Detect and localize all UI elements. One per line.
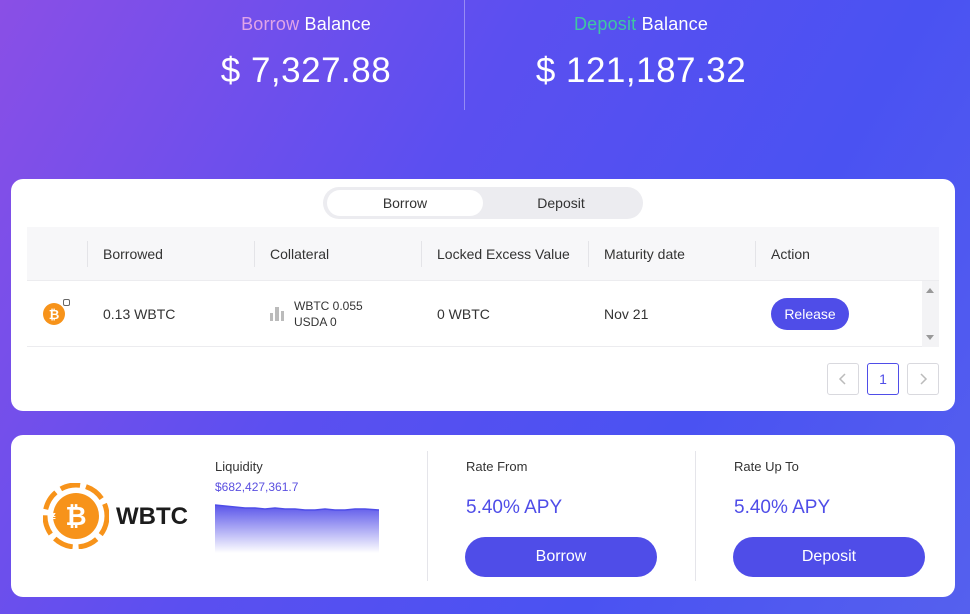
svg-text:₿: ₿: [65, 502, 86, 532]
positions-card: Borrow Deposit Borrowed Collateral Locke…: [11, 179, 955, 411]
collateral-cell: WBTC 0.055 USDA 0: [270, 281, 363, 347]
deposit-balance-label-highlight: Deposit: [573, 14, 637, 34]
chevron-left-icon: [838, 373, 846, 385]
deposit-balance-amount: $ 121,187.32: [535, 51, 747, 90]
action-cell: Release: [771, 281, 849, 347]
locked-excess-value-cell: 0 WBTC: [437, 306, 490, 322]
borrow-balance-amount: $ 7,327.88: [220, 51, 392, 90]
balances-header: Borrow Balance $ 7,327.88 Deposit Balanc…: [0, 0, 970, 110]
tab-borrow[interactable]: Borrow: [327, 190, 483, 216]
column-collateral-label: Collateral: [270, 246, 330, 262]
rate-from-label: Rate From: [466, 459, 528, 474]
balance-divider: [464, 0, 465, 110]
pagination-next-button[interactable]: [907, 363, 939, 395]
svg-text:¥: ¥: [48, 511, 56, 524]
coin-name: WBTC: [116, 503, 188, 530]
lock-icon: [63, 299, 70, 306]
column-maturity-date-label: Maturity date: [604, 246, 685, 262]
liquidity-sparkline: [215, 504, 379, 553]
release-button[interactable]: Release: [771, 298, 849, 330]
deposit-balance-label-rest: Balance: [636, 14, 709, 34]
column-collateral: Collateral: [254, 227, 329, 281]
column-borrowed-label: Borrowed: [103, 246, 163, 262]
borrowed-cell: 0.13 WBTC: [103, 306, 176, 322]
column-maturity-date: Maturity date: [588, 227, 685, 281]
market-divider-1: [427, 451, 428, 581]
scroll-up-icon[interactable]: [926, 288, 934, 293]
borrow-button[interactable]: Borrow: [465, 537, 657, 577]
market-card: ₿ ¥ WBTC Liquidity $682,427,361.7 Rate F…: [11, 435, 955, 597]
table-row: ₿ 0.13 WBTC WBTC 0.055 USDA 0 0 WBTC Nov…: [27, 281, 922, 347]
pagination-page-1[interactable]: 1: [867, 363, 899, 395]
deposit-button[interactable]: Deposit: [733, 537, 925, 577]
pagination-prev-button[interactable]: [827, 363, 859, 395]
liquidity-label: Liquidity: [215, 459, 263, 474]
scroll-down-icon[interactable]: [926, 335, 934, 340]
wbtc-coin-icon: ₿ ¥: [43, 483, 109, 549]
borrow-balance: Borrow Balance $ 7,327.88: [156, 14, 456, 91]
tab-deposit[interactable]: Deposit: [483, 190, 639, 216]
borrow-balance-label-highlight: Borrow: [241, 14, 300, 34]
collateral-line-usda: USDA 0: [294, 315, 337, 329]
deposit-balance: Deposit Balance $ 121,187.32: [491, 14, 791, 91]
deposit-balance-label: Deposit Balance: [491, 14, 791, 35]
collateral-values: WBTC 0.055 USDA 0: [294, 298, 363, 330]
bar-chart-icon: [270, 307, 284, 321]
table-scrollbar[interactable]: [922, 281, 939, 347]
asset-cell: ₿: [43, 281, 70, 347]
column-borrowed: Borrowed: [87, 227, 163, 281]
bitcoin-locked-icon: ₿: [43, 299, 70, 325]
rate-from-value: 5.40% APY: [466, 497, 563, 518]
borrow-balance-label: Borrow Balance: [156, 14, 456, 35]
rate-up-to-label: Rate Up To: [734, 459, 799, 474]
table-header: Borrowed Collateral Locked Excess Value …: [27, 227, 939, 281]
column-locked-excess-value: Locked Excess Value: [421, 227, 570, 281]
chevron-right-icon: [920, 373, 928, 385]
borrow-balance-label-rest: Balance: [299, 14, 371, 34]
borrow-deposit-toggle: Borrow Deposit: [323, 187, 643, 219]
column-action-label: Action: [771, 246, 810, 262]
rate-up-to-value: 5.40% APY: [734, 497, 831, 518]
maturity-date-cell: Nov 21: [604, 306, 649, 322]
liquidity-value: $682,427,361.7: [215, 480, 299, 494]
market-divider-2: [695, 451, 696, 581]
column-action: Action: [755, 227, 810, 281]
column-locked-excess-value-label: Locked Excess Value: [437, 246, 570, 262]
collateral-line-wbtc: WBTC 0.055: [294, 299, 363, 313]
